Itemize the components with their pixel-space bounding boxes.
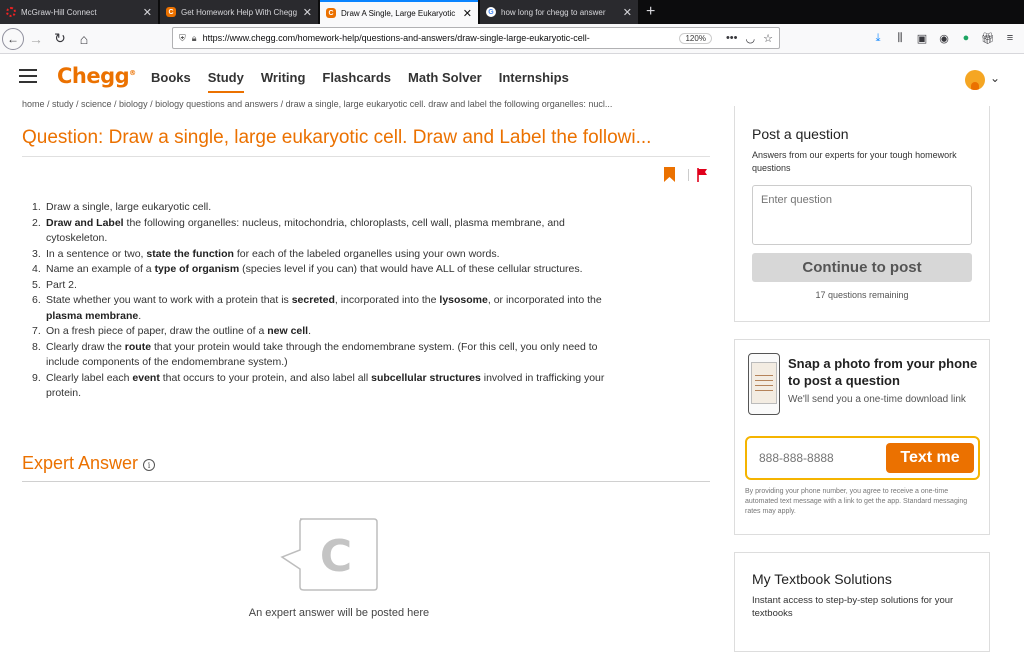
- breadcrumb[interactable]: home / study / science / biology / biolo…: [22, 100, 712, 111]
- info-icon[interactable]: i: [143, 459, 156, 471]
- snap-title: Snap a photo from your phone to post a q…: [788, 356, 978, 388]
- bookmark-star-icon[interactable]: ☆: [763, 32, 773, 45]
- home-icon[interactable]: ⌂: [72, 27, 96, 51]
- answer-pending-text: An expert answer will be posted here: [248, 607, 430, 619]
- chevron-down-icon[interactable]: ⌄: [990, 71, 1000, 85]
- whats-new-icon[interactable]: 🎁︎: [980, 28, 996, 48]
- bookmark-icon[interactable]: [664, 167, 675, 182]
- browser-tab-google[interactable]: G how long for chegg to answer ✕: [480, 0, 638, 24]
- close-tab-icon[interactable]: ✕: [143, 6, 152, 19]
- list-item: In a sentence or two, state the function…: [32, 247, 500, 262]
- account-icon[interactable]: ◉: [936, 28, 952, 48]
- text-me-button[interactable]: Text me: [886, 443, 974, 473]
- chegg-icon: C: [326, 8, 336, 18]
- question-input[interactable]: [752, 185, 972, 245]
- list-item: Draw a single, large eukaryotic cell.: [32, 200, 212, 215]
- new-tab-icon[interactable]: +: [640, 0, 661, 24]
- textbook-solutions-title: My Textbook Solutions: [752, 571, 892, 587]
- hamburger-menu-icon[interactable]: [19, 69, 37, 83]
- site-header: Chegg® Books Study Writing Flashcards Ma…: [0, 55, 1024, 101]
- chegg-answer-placeholder-icon: C: [280, 518, 378, 591]
- tab-title: Get Homework Help With Chegg: [181, 7, 298, 17]
- divider: [688, 169, 689, 181]
- reload-icon[interactable]: ↻: [48, 27, 72, 51]
- post-question-subtitle: Answers from our experts for your tough …: [752, 150, 957, 173]
- post-question-card: Post a question Answers from our experts…: [734, 106, 990, 322]
- nav-internships[interactable]: Internships: [499, 70, 569, 93]
- continue-to-post-button[interactable]: Continue to post: [752, 253, 972, 282]
- download-icon[interactable]: ⤓: [870, 28, 886, 48]
- list-item: Part 2.: [32, 278, 77, 293]
- phone-number-form: Text me: [745, 436, 980, 480]
- expert-answer-heading: Expert Answer i: [22, 453, 156, 474]
- snap-photo-card: Snap a photo from your phone to post a q…: [734, 339, 990, 535]
- mcgraw-hill-icon: [6, 7, 16, 17]
- chegg-logo[interactable]: Chegg®: [57, 64, 136, 88]
- question-title: Question: Draw a single, large eukaryoti…: [22, 127, 652, 148]
- address-bar[interactable]: ⛨ 🔒︎ https://www.chegg.com/homework-help…: [172, 27, 780, 49]
- chegg-icon: C: [166, 7, 176, 17]
- phone-number-input[interactable]: [759, 448, 879, 468]
- lock-icon[interactable]: 🔒︎: [192, 33, 197, 44]
- list-item: Clearly draw the route that your protein…: [32, 340, 598, 369]
- list-item: Name an example of a type of organism (s…: [32, 262, 583, 277]
- nav-books[interactable]: Books: [151, 70, 191, 93]
- browser-tab-chegg-home[interactable]: C Get Homework Help With Chegg ✕: [160, 0, 318, 24]
- google-icon: G: [486, 7, 496, 17]
- url-text[interactable]: https://www.chegg.com/homework-help/ques…: [203, 33, 674, 43]
- main-nav: Books Study Writing Flashcards Math Solv…: [151, 70, 569, 93]
- sms-disclaimer: By providing your phone number, you agre…: [745, 488, 968, 515]
- close-tab-icon[interactable]: ✕: [463, 7, 472, 20]
- list-item: Clearly label each event that occurs to …: [32, 371, 605, 400]
- question-list: Draw a single, large eukaryotic cell. Dr…: [32, 200, 616, 402]
- divider: [22, 156, 710, 157]
- avatar[interactable]: [965, 70, 985, 90]
- list-item: On a fresh piece of paper, draw the outl…: [32, 324, 312, 339]
- shield-icon[interactable]: ⛨: [179, 33, 186, 44]
- browser-tab-bar: McGraw-Hill Connect ✕ C Get Homework Hel…: [0, 0, 1024, 24]
- browser-tab-mcgraw-hill[interactable]: McGraw-Hill Connect ✕: [0, 0, 158, 24]
- list-item: Draw and Label the following organelles:…: [32, 216, 565, 245]
- list-item: State whether you want to work with a pr…: [32, 293, 602, 322]
- tab-title: how long for chegg to answer: [501, 7, 606, 17]
- pocket-icon[interactable]: ◡: [746, 32, 756, 45]
- menu-icon[interactable]: ≡: [1002, 28, 1018, 48]
- browser-tab-current[interactable]: C Draw A Single, Large Eukaryotic ✕: [320, 0, 478, 24]
- tab-title: McGraw-Hill Connect: [21, 7, 97, 17]
- back-arrow-icon[interactable]: ←: [2, 27, 24, 50]
- extension-icon[interactable]: ●: [958, 28, 974, 48]
- divider: [22, 481, 710, 482]
- textbook-solutions-subtitle: Instant access to step-by-step solutions…: [752, 595, 954, 619]
- library-icon[interactable]: ⫼: [892, 28, 908, 48]
- tab-title: Draw A Single, Large Eukaryotic: [341, 8, 456, 18]
- nav-flashcards[interactable]: Flashcards: [322, 70, 391, 93]
- expert-answer-title: Expert Answer: [22, 453, 139, 473]
- post-question-title: Post a question: [752, 126, 849, 142]
- textbook-solutions-card: My Textbook Solutions Instant access to …: [734, 552, 990, 652]
- close-tab-icon[interactable]: ✕: [303, 6, 312, 19]
- url-domain: chegg.com: [251, 33, 296, 43]
- questions-remaining: 17 questions remaining: [815, 290, 909, 300]
- sidebar-icon[interactable]: ▣: [914, 28, 930, 48]
- snap-subtitle: We'll send you a one-time download link: [788, 394, 966, 405]
- url-path: /homework-help/questions-and-answers/dra…: [295, 33, 590, 43]
- zoom-level-badge[interactable]: 120%: [679, 32, 712, 44]
- flag-icon[interactable]: [697, 168, 708, 182]
- toolbar-icons: ⤓ ⫼ ▣ ◉ ● 🎁︎ ≡: [870, 28, 1018, 48]
- close-tab-icon[interactable]: ✕: [623, 6, 632, 19]
- phone-illustration: [748, 353, 780, 415]
- nav-study[interactable]: Study: [207, 70, 244, 93]
- browser-nav-bar: ← → ↻ ⌂ ⛨ 🔒︎ https://www.chegg.com/homew…: [0, 24, 1024, 54]
- nav-writing[interactable]: Writing: [261, 70, 306, 93]
- placeholder-letter: C: [320, 531, 352, 582]
- nav-math-solver[interactable]: Math Solver: [408, 70, 482, 93]
- forward-arrow-icon[interactable]: →: [24, 27, 48, 51]
- page-actions-icon[interactable]: •••: [726, 32, 738, 44]
